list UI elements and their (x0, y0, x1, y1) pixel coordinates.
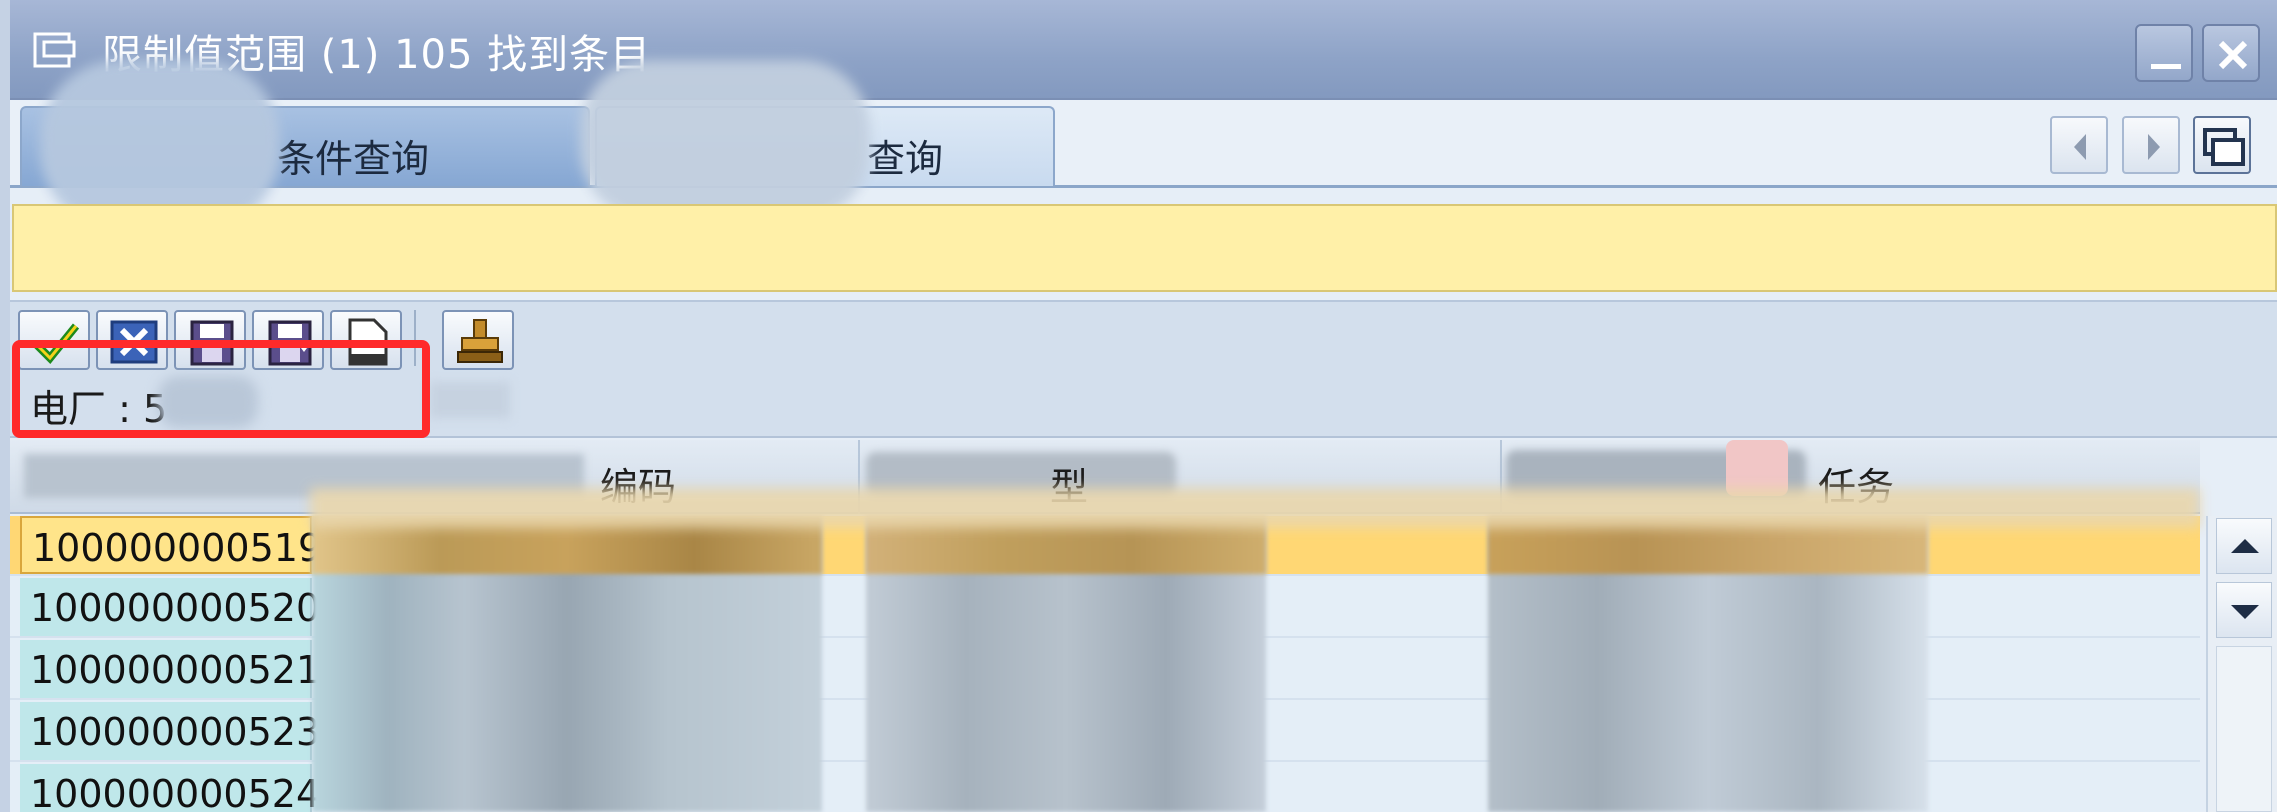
key-cell[interactable]: 100000000524 (20, 764, 320, 812)
red-highlight-box (12, 340, 430, 438)
row-id: 100000000521 (30, 648, 321, 692)
row-id: 100000000519 (32, 526, 323, 570)
brush-stroke (310, 488, 2200, 528)
minimize-icon (2151, 64, 2181, 69)
window-list-icon (2203, 128, 2245, 166)
key-cell[interactable]: 100000000521 (20, 640, 320, 698)
key-cell[interactable]: 100000000520 (20, 578, 320, 636)
key-cell[interactable]: 100000000519 (20, 516, 322, 574)
tab-scroll-right-button[interactable] (2122, 116, 2180, 174)
blur-mask (580, 60, 870, 220)
tab-label: 查询 (867, 137, 944, 181)
triangle-right-icon (2148, 134, 2160, 160)
stamp-icon (457, 319, 503, 363)
scroll-down-button[interactable] (2216, 582, 2272, 638)
tab-strip: 条件查询 查询 (10, 60, 2277, 230)
stamp-button[interactable] (442, 310, 514, 370)
triangle-up-icon (2231, 539, 2259, 553)
dialog-window: 限制值范围 (1) 105 找到条目 条件查询 查询 电厂: 5 编码 型 任… (0, 0, 2277, 812)
row-id: 100000000520 (30, 586, 321, 630)
title-bar: 限制值范围 (1) 105 找到条目 (10, 0, 2277, 100)
scroll-track[interactable] (2216, 646, 2272, 812)
blur-mask (430, 382, 510, 418)
tab-scroll-left-button[interactable] (2050, 116, 2108, 174)
tab-list-button[interactable] (2193, 116, 2251, 174)
tab-label: 条件查询 (277, 137, 430, 181)
scroll-up-button[interactable] (2216, 518, 2272, 574)
result-table: 100000000519 100000000520 100000000521 1… (10, 488, 2200, 812)
minimize-button[interactable] (2135, 24, 2193, 82)
row-id: 100000000524 (30, 772, 321, 812)
row-id: 100000000523 (30, 710, 321, 754)
vertical-scrollbar[interactable] (2206, 516, 2277, 812)
close-icon (2218, 40, 2248, 70)
message-area (12, 204, 2277, 292)
window-icon (32, 28, 80, 72)
key-cell[interactable]: 100000000523 (20, 702, 320, 760)
triangle-left-icon (2074, 134, 2086, 160)
close-button[interactable] (2202, 24, 2260, 82)
triangle-down-icon (2231, 605, 2259, 619)
